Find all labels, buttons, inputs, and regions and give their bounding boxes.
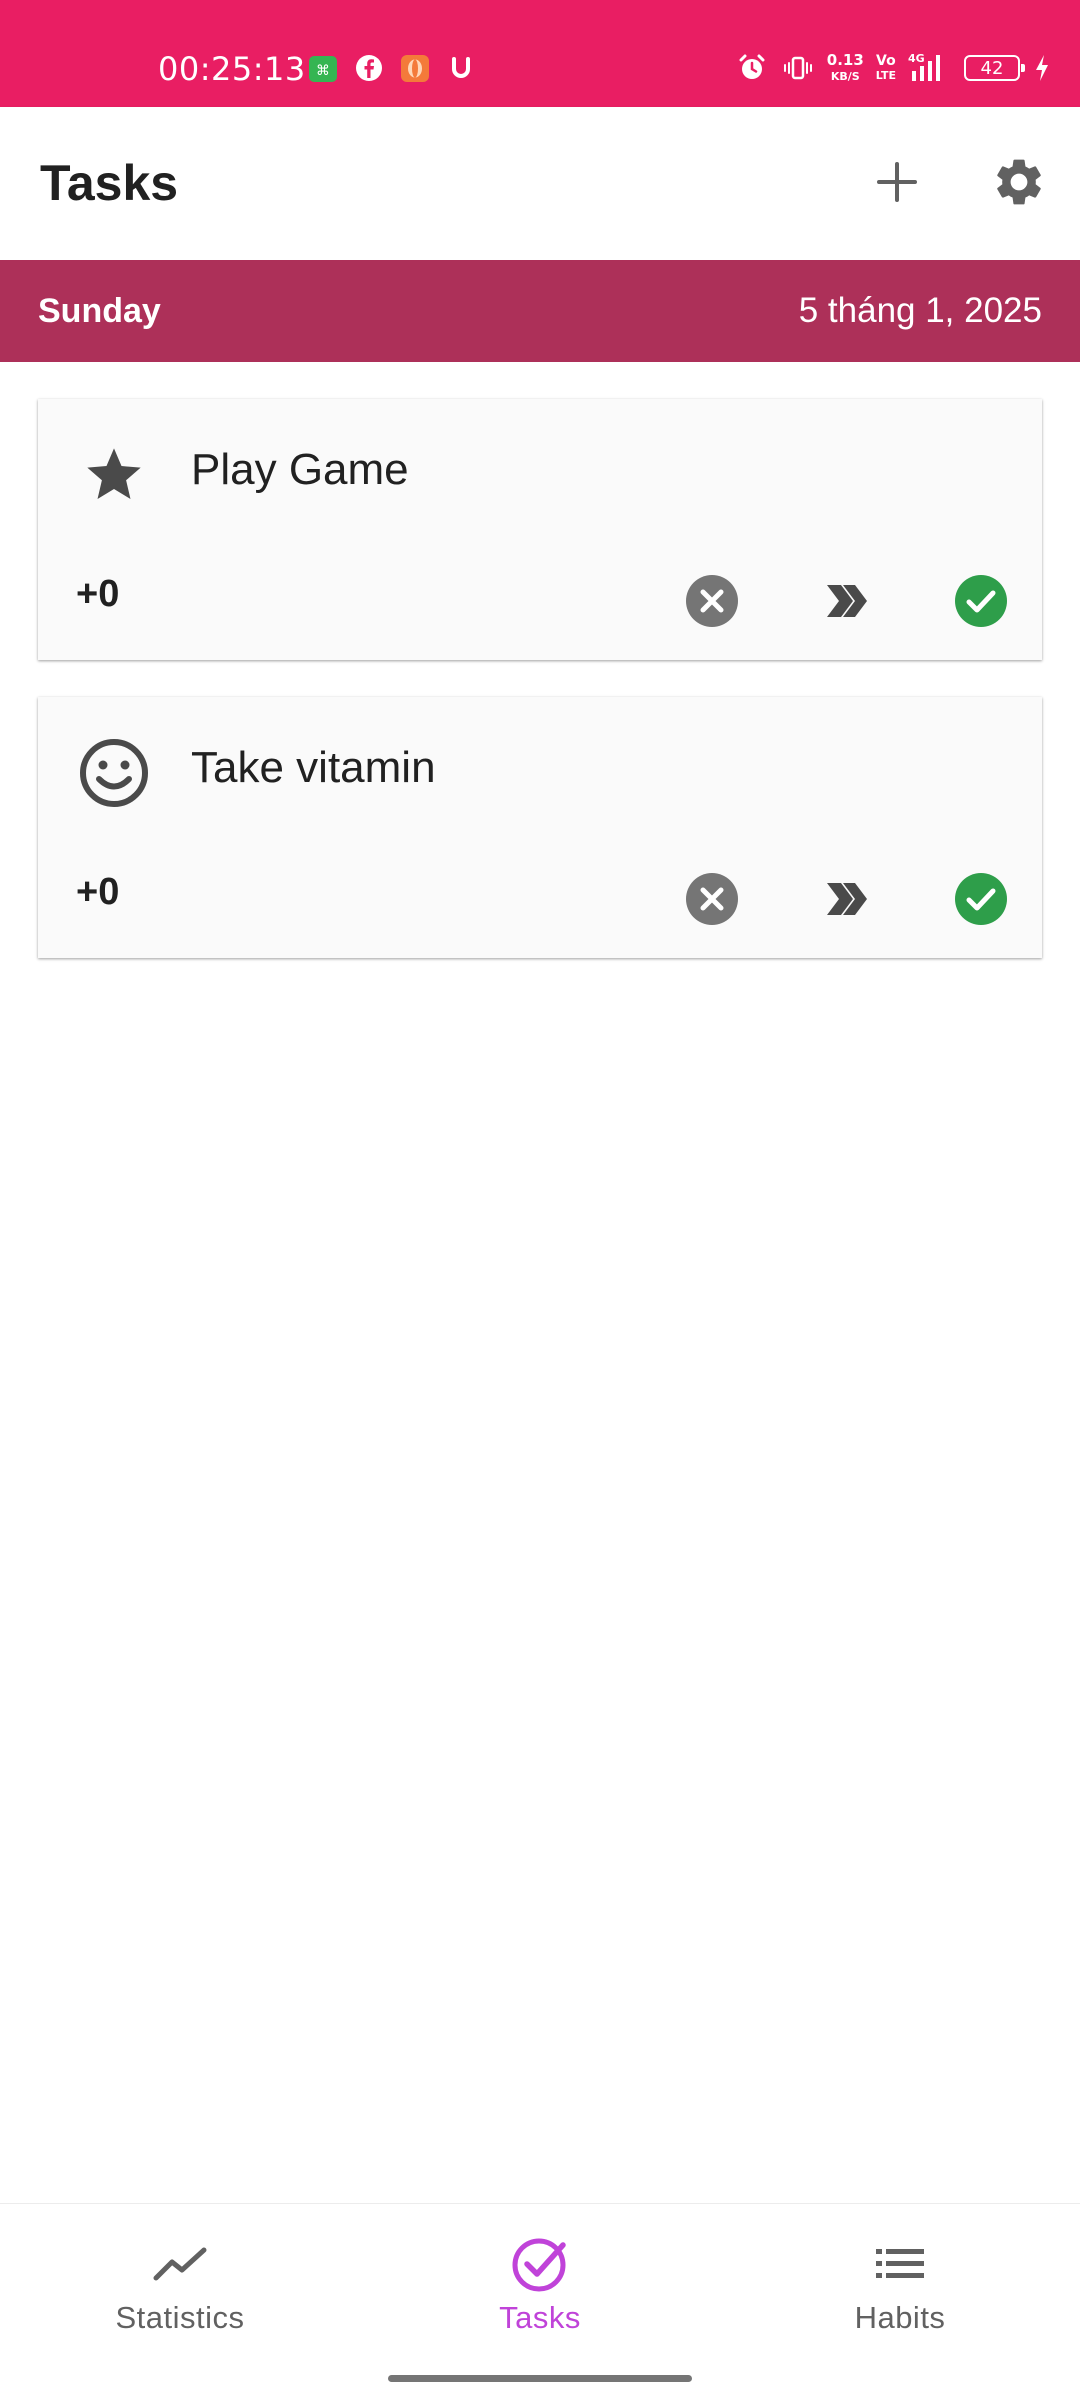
complete-task-button[interactable] — [952, 872, 1010, 930]
status-bar: 00:25:13 ⌘ 0.13 KB/S Vo LTE 4G 42 — [0, 0, 1080, 107]
system-status-icons: 0.13 KB/S Vo LTE 4G 42 — [735, 48, 1052, 88]
task-score: +0 — [76, 871, 120, 913]
vibrate-icon — [781, 51, 815, 85]
list-icon — [870, 2234, 930, 2294]
nav-label-statistics: Statistics — [115, 2300, 245, 2335]
network-speed-value: 0.13 — [826, 50, 864, 69]
volte-top: Vo — [876, 52, 896, 69]
task-card[interactable]: Take vitamin +0 — [38, 697, 1042, 958]
shopping-bag-icon: ⌘ — [306, 51, 340, 85]
home-indicator[interactable] — [388, 2375, 692, 2382]
double-chevron-right-icon — [823, 879, 871, 924]
nav-item-statistics[interactable]: Statistics — [0, 2204, 360, 2374]
task-title: Take vitamin — [191, 743, 436, 792]
task-score: +0 — [76, 573, 120, 615]
network-speed: 0.13 KB/S — [826, 50, 864, 84]
page-title: Tasks — [40, 155, 179, 211]
add-task-button[interactable] — [857, 144, 937, 224]
nav-item-habits[interactable]: Habits — [720, 2204, 1080, 2374]
plus-icon — [875, 160, 919, 209]
star-icon — [78, 439, 150, 511]
notification-icons: ⌘ — [306, 50, 478, 86]
day-label: Sunday — [38, 292, 161, 330]
charging-bolt-icon — [1032, 51, 1052, 85]
network-speed-unit: KB/S — [830, 69, 860, 83]
app-bar: Tasks — [0, 107, 1080, 260]
bottom-navigation: Statistics Tasks Habits — [0, 2203, 1080, 2400]
settings-button[interactable] — [979, 144, 1059, 224]
close-circle-icon — [685, 574, 739, 633]
trend-line-icon — [150, 2234, 210, 2294]
svg-text:⌘: ⌘ — [316, 63, 330, 79]
volte-indicator: Vo LTE — [876, 54, 896, 83]
task-title: Play Game — [191, 445, 409, 494]
nav-label-tasks: Tasks — [499, 2300, 581, 2335]
facebook-icon — [352, 51, 386, 85]
tasks-screen: 00:25:13 ⌘ 0.13 KB/S Vo LTE 4G 42 Tasks … — [0, 0, 1080, 2400]
alarm-icon — [735, 51, 769, 85]
close-circle-icon — [685, 872, 739, 931]
svg-text:4G: 4G — [908, 52, 925, 65]
fail-task-button[interactable] — [683, 872, 741, 930]
nav-label-habits: Habits — [854, 2300, 946, 2335]
task-card[interactable]: Play Game +0 — [38, 399, 1042, 660]
double-chevron-right-icon — [823, 581, 871, 626]
status-time: 00:25:13 — [158, 50, 306, 88]
orange-app-icon — [398, 51, 432, 85]
date-header: Sunday 5 tháng 1, 2025 — [0, 260, 1080, 362]
nav-item-tasks[interactable]: Tasks — [360, 2204, 720, 2374]
volte-bottom: LTE — [875, 68, 896, 82]
skip-task-button[interactable] — [818, 872, 876, 930]
date-label: 5 tháng 1, 2025 — [798, 291, 1042, 330]
fail-task-button[interactable] — [683, 574, 741, 632]
smiley-icon — [78, 737, 150, 809]
check-circle-icon — [954, 574, 1008, 633]
check-circle-icon — [954, 872, 1008, 931]
check-circle-outline-icon — [510, 2234, 570, 2294]
battery-indicator: 42 — [964, 55, 1025, 81]
skip-task-button[interactable] — [818, 574, 876, 632]
complete-task-button[interactable] — [952, 574, 1010, 632]
u-app-icon — [444, 51, 478, 85]
signal-icon: 4G — [908, 51, 952, 85]
gear-icon — [991, 154, 1047, 215]
